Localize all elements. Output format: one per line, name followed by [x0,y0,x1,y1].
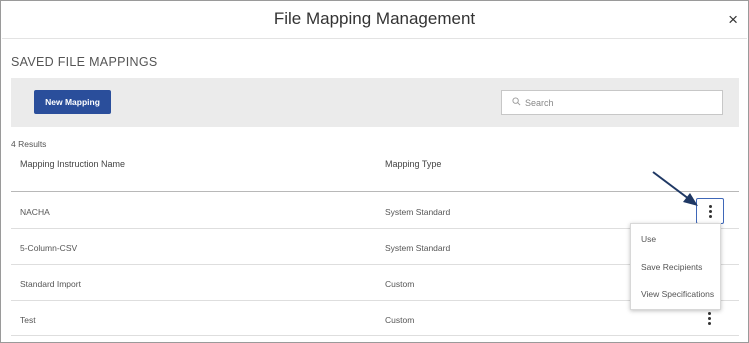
dialog: File Mapping Management × SAVED FILE MAP… [0,0,749,343]
arrow-icon [652,171,698,206]
